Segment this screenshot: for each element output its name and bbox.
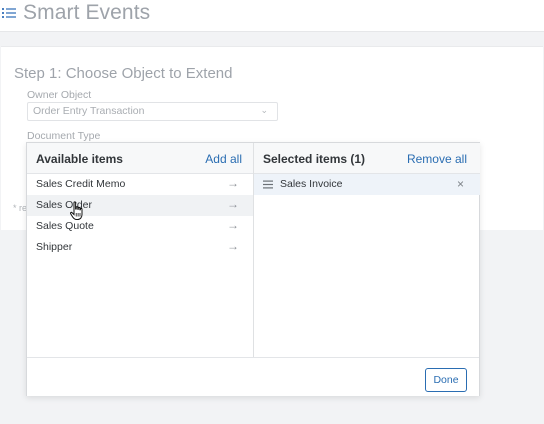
page-title: Smart Events	[23, 1, 151, 24]
list-item-label: Sales Quote	[36, 220, 94, 232]
available-item-sales-order[interactable]: Sales Order →	[27, 195, 253, 216]
document-type-picker: Available items Add all Sales Credit Mem…	[26, 142, 480, 396]
done-button[interactable]: Done	[425, 368, 467, 392]
available-items-column: Available items Add all Sales Credit Mem…	[27, 143, 254, 357]
available-item-shipper[interactable]: Shipper →	[27, 237, 253, 258]
required-note: * re	[13, 203, 28, 213]
document-type-label: Document Type	[27, 130, 101, 142]
step-title: Step 1: Choose Object to Extend	[14, 65, 233, 82]
selected-item-label: Sales Invoice	[280, 178, 343, 190]
available-items-header: Available items Add all	[27, 143, 253, 174]
close-icon[interactable]: ×	[457, 177, 464, 191]
add-all-link[interactable]: Add all	[205, 152, 242, 166]
arrow-right-icon[interactable]: →	[227, 239, 239, 253]
arrow-right-icon[interactable]: →	[227, 197, 239, 211]
dialog-footer: Done	[27, 357, 479, 396]
available-item-sales-credit-memo[interactable]: Sales Credit Memo →	[27, 174, 253, 195]
chevron-down-icon: ⌄	[260, 105, 268, 115]
menu-icon[interactable]	[2, 7, 16, 19]
list-item-label: Shipper	[36, 241, 73, 253]
list-item-label: Sales Credit Memo	[36, 178, 126, 190]
page-header: Smart Events	[0, 0, 544, 32]
selected-items-title: Selected items (1)	[263, 152, 366, 166]
selected-items-column: Selected items (1) Remove all Sales Invo…	[254, 143, 480, 357]
available-items-title: Available items	[36, 152, 123, 166]
owner-object-select[interactable]: Order Entry Transaction ⌄	[27, 102, 278, 121]
remove-all-link[interactable]: Remove all	[407, 152, 467, 166]
arrow-right-icon[interactable]: →	[227, 218, 239, 232]
owner-object-label: Owner Object	[27, 89, 92, 101]
selected-item-sales-invoice[interactable]: Sales Invoice ×	[254, 174, 480, 195]
list-item-label: Sales Order	[36, 199, 93, 211]
drag-handle-icon[interactable]	[263, 180, 273, 189]
arrow-right-icon[interactable]: →	[227, 176, 239, 190]
available-item-sales-quote[interactable]: Sales Quote →	[27, 216, 253, 237]
selected-items-header: Selected items (1) Remove all	[254, 143, 480, 174]
owner-object-value: Order Entry Transaction	[33, 105, 145, 117]
